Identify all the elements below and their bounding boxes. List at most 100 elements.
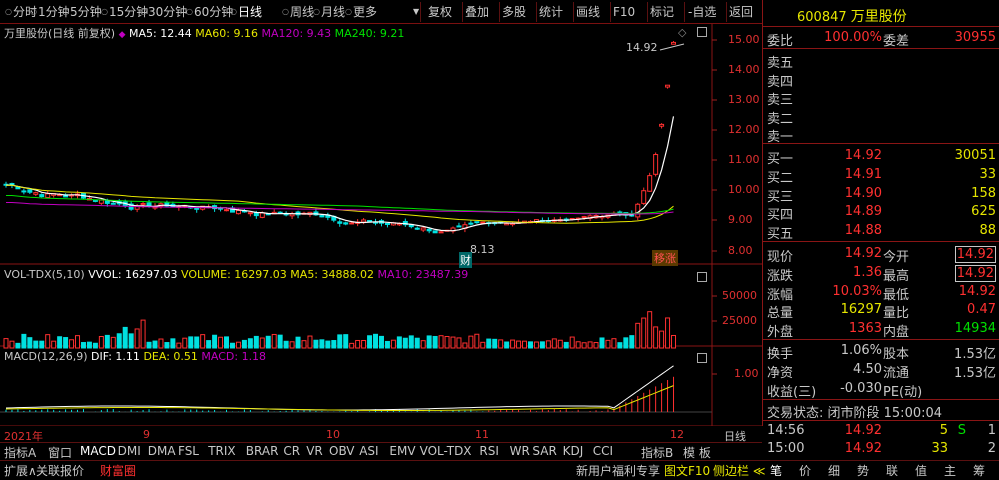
ask-row: 卖三 — [763, 88, 999, 109]
sidebar-toggle[interactable]: 侧边栏 ≪ — [713, 462, 765, 479]
indicator-tab-16[interactable]: SAR — [532, 444, 556, 458]
restore-vol-pane-icon[interactable] — [697, 272, 707, 282]
period-tab-2[interactable]: 5分钟 — [70, 4, 102, 20]
volume-bar — [510, 339, 516, 349]
indicator-tab-14[interactable]: RSI — [479, 444, 499, 458]
kline-chart[interactable] — [0, 24, 762, 426]
candle-body — [361, 219, 367, 223]
indicator-tab-bar: 指标A 窗口 MACD DMI DMA FSL TRIX BRAR CR VR OBV ASI EMV V… — [0, 442, 762, 461]
indicator-tab-5[interactable]: FSL — [178, 444, 199, 458]
template-tab[interactable]: 模 板 — [683, 444, 711, 461]
tool-button-6[interactable]: 标记 — [650, 4, 674, 20]
volume-bar — [349, 342, 355, 349]
detail-tab-6[interactable]: 主 — [944, 462, 956, 479]
indicator-tab-4[interactable]: DMA — [148, 444, 176, 458]
weibi-value: 100.00% — [824, 30, 882, 45]
indicator-tab-15[interactable]: WR — [510, 444, 530, 458]
indicator-tab-6[interactable]: TRIX — [208, 444, 235, 458]
price-axis-label: 11.00 — [728, 153, 760, 166]
tool-button-7[interactable]: -自选 — [688, 4, 716, 20]
detail-tab-1[interactable]: 价 — [799, 462, 811, 479]
volume-bar — [665, 317, 671, 349]
trade-status: 交易状态: 闭市阶段 15:00:04 — [767, 406, 943, 421]
bid-label: 买四 — [767, 208, 794, 224]
restore-pane-icon[interactable] — [697, 27, 707, 37]
vol-ma10-label: MA10: 23487.39 — [377, 268, 469, 281]
f10-link[interactable]: 图文F10 — [664, 462, 710, 479]
stat-value: 14.92 — [954, 264, 996, 282]
ma120-label: MA120: 9.43 — [261, 27, 332, 40]
tool-button-1[interactable]: 叠加 — [465, 4, 489, 20]
volume-bar — [390, 339, 396, 349]
indicator-tab-1[interactable]: 窗口 — [48, 444, 72, 461]
bid-row: 买四 14.89 625 — [763, 203, 999, 224]
finance-tag[interactable]: 财 — [459, 252, 472, 268]
tool-button-5[interactable]: F10 — [613, 4, 635, 20]
indicator-tab-17[interactable]: KDJ — [563, 444, 584, 458]
indicator-tab-12[interactable]: EMV — [389, 444, 415, 458]
volume-bar — [122, 326, 128, 349]
detail-tab-3[interactable]: 势 — [857, 462, 869, 479]
fund-value: 1.53亿 — [954, 347, 996, 362]
bid-volume: 158 — [971, 185, 996, 201]
quote-panel: 600847 万里股份 委比 100.00% 委差 30955 卖五 卖四 卖三 卖二… — [762, 0, 999, 456]
tool-button-4[interactable]: 画线 — [576, 4, 600, 20]
volume-bar — [235, 341, 241, 349]
indicator-tab-13[interactable]: VOL-TDX — [420, 444, 472, 458]
period-tab-5[interactable]: 60分钟 — [194, 4, 233, 20]
candle-body — [27, 189, 33, 193]
stat-value: 14.92 — [958, 283, 996, 299]
restore-macd-pane-icon[interactable] — [697, 353, 707, 363]
volume-bar — [289, 341, 295, 349]
macd-legend: MACD(12,26,9) DIF: 1.11 DEA: 0.51 MACD: … — [4, 350, 266, 363]
detail-tab-0[interactable]: 笔 — [770, 462, 782, 479]
tool-button-2[interactable]: 多股 — [502, 4, 526, 20]
bid-volume: 625 — [971, 204, 996, 220]
quote-stat-row: 现价 14.92 今开 14.92 — [763, 245, 999, 265]
period-tab-4[interactable]: 30分钟 — [148, 4, 187, 20]
price-axis-label: 8.00 — [728, 244, 753, 257]
tool-button-3[interactable]: 统计 — [539, 4, 563, 20]
period-tab-7[interactable]: 周线 — [290, 4, 314, 20]
indicator-b-tab[interactable]: 指标B — [641, 444, 673, 461]
indicator-tab-3[interactable]: DMI — [118, 444, 141, 458]
detail-tab-4[interactable]: 联 — [886, 462, 898, 479]
volume-bar — [45, 334, 51, 349]
indicator-tab-8[interactable]: CR — [283, 444, 300, 458]
tool-button-0[interactable]: 复权 — [428, 4, 452, 20]
period-tab-8[interactable]: 月线 — [321, 4, 345, 20]
bottom-bar: 扩展∧ 关联报价 财富圈 新用户福利专享 图文F10 侧边栏 ≪ — [0, 460, 765, 480]
detail-tab-7[interactable]: 筹 — [973, 462, 985, 479]
detail-tab-2[interactable]: 细 — [828, 462, 840, 479]
indicator-tab-2[interactable]: MACD — [80, 444, 116, 458]
volume-bar — [396, 336, 402, 349]
indicator-tab-10[interactable]: OBV — [329, 444, 355, 458]
right-tab-bar: 笔价细势联值主筹 — [762, 460, 999, 480]
indicator-tab-18[interactable]: CCI — [593, 444, 613, 458]
period-tab-9[interactable]: 更多 — [353, 4, 377, 20]
volume-bar — [92, 342, 98, 349]
volume-bar — [402, 337, 408, 349]
period-tab-6[interactable]: 日线 — [238, 4, 262, 20]
bid-price: 14.92 — [844, 148, 882, 163]
promo-link[interactable]: 新用户福利专享 — [576, 462, 660, 479]
volume-bar — [367, 335, 373, 349]
ask-label: 卖三 — [767, 93, 794, 109]
bottom-tab-0[interactable]: 扩展∧ — [4, 462, 37, 479]
volume-bar — [271, 333, 277, 349]
tool-button-8[interactable]: 返回 — [729, 4, 753, 20]
indicator-tab-9[interactable]: VR — [306, 444, 323, 458]
candle-body — [468, 222, 474, 225]
volume-bar — [432, 335, 438, 349]
volume-bar — [218, 336, 224, 349]
indicator-tab-0[interactable]: 指标A — [4, 444, 36, 461]
bottom-tab-1[interactable]: 关联报价 — [36, 462, 84, 479]
detail-tab-5[interactable]: 值 — [915, 462, 927, 479]
indicator-tab-11[interactable]: ASI — [359, 444, 378, 458]
volume-bar — [259, 337, 265, 349]
candle-body — [319, 215, 325, 218]
bottom-tab-2[interactable]: 财富圈 — [100, 462, 136, 479]
volume-bar — [426, 335, 432, 349]
indicator-tab-7[interactable]: BRAR — [246, 444, 279, 458]
chart-area[interactable]: 万里股份(日线 前复权) ◆ MA5: 12.44 MA60: 9.16 MA1… — [0, 24, 762, 443]
